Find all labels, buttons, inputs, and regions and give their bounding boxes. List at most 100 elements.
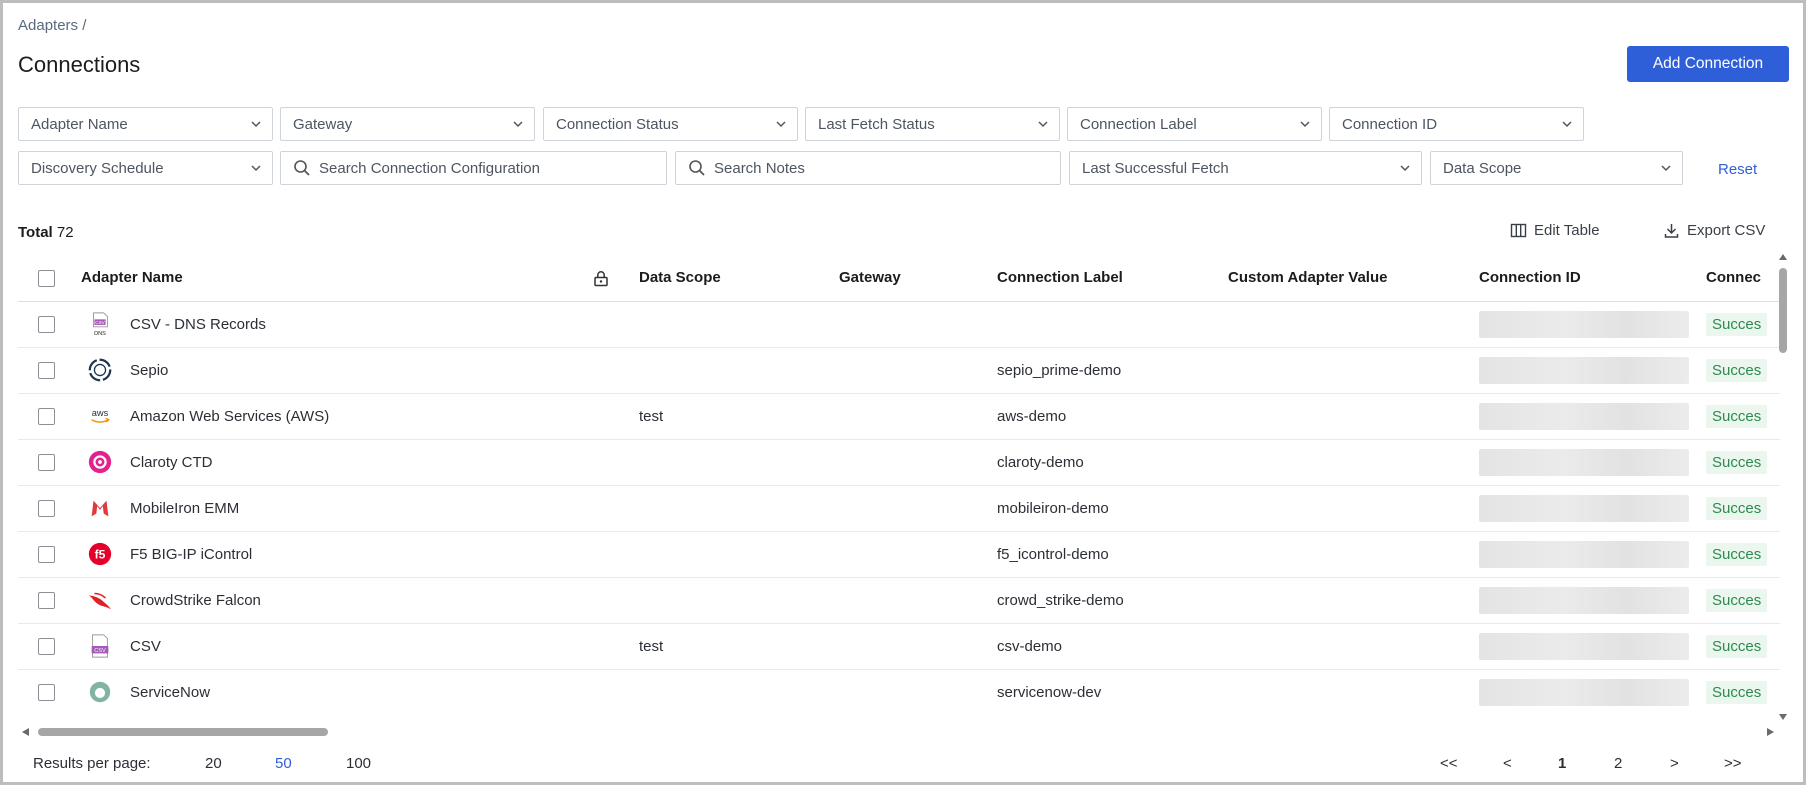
adapter-name[interactable]: CSV - DNS Records <box>130 316 266 333</box>
adapter-name-cell[interactable]: Sepio <box>81 347 587 394</box>
col-lock[interactable] <box>587 255 639 302</box>
edit-table-label: Edit Table <box>1534 222 1600 239</box>
scroll-down-icon[interactable] <box>1778 713 1788 721</box>
adapter-name-cell[interactable]: Claroty CTD <box>81 439 587 486</box>
table-row[interactable]: f5 F5 BIG-IP iControl f5_icontrol-demo Succ… <box>18 531 1780 578</box>
last-successful-fetch-filter[interactable]: Last Successful Fetch <box>1069 151 1422 185</box>
custom-adapter-value-cell <box>1228 669 1479 715</box>
connection-id-cell <box>1479 577 1706 624</box>
page-2-button[interactable]: 2 <box>1614 755 1622 772</box>
edit-table-button[interactable]: Edit Table <box>1510 222 1600 239</box>
export-csv-button[interactable]: Export CSV <box>1663 222 1765 239</box>
row-select-cell <box>18 347 81 394</box>
col-connection-status[interactable]: Connec <box>1706 255 1780 302</box>
adapter-name-cell[interactable]: aws Amazon Web Services (AWS) <box>81 393 587 440</box>
gateway-filter[interactable]: Gateway <box>280 107 535 141</box>
col-connection-label[interactable]: Connection Label <box>997 255 1228 302</box>
discovery-schedule-filter[interactable]: Discovery Schedule <box>18 151 273 185</box>
row-checkbox[interactable] <box>38 499 55 517</box>
scroll-right-icon[interactable] <box>1766 727 1775 737</box>
adapter-name-cell[interactable]: CSV DNS CSV - DNS Records <box>81 301 587 348</box>
scroll-up-icon[interactable] <box>1778 253 1788 261</box>
adapter-name-filter[interactable]: Adapter Name <box>18 107 273 141</box>
col-adapter-name[interactable]: Adapter Name <box>81 255 587 302</box>
prev-page-button[interactable]: < <box>1503 755 1512 772</box>
row-checkbox[interactable] <box>38 545 55 563</box>
export-csv-label: Export CSV <box>1687 222 1766 239</box>
data-scope-filter[interactable]: Data Scope <box>1430 151 1683 185</box>
chevron-down-icon <box>513 121 523 128</box>
status-badge: Succes <box>1706 542 1768 566</box>
row-checkbox[interactable] <box>38 361 55 379</box>
adapter-name[interactable]: MobileIron EMM <box>130 500 239 517</box>
rpp-option-20[interactable]: 20 <box>205 755 222 772</box>
gateway-cell <box>839 347 997 394</box>
lock-cell <box>587 439 639 486</box>
table-row[interactable]: Claroty CTD claroty-demo Succes <box>18 439 1780 486</box>
reset-link[interactable]: Reset <box>1718 161 1757 178</box>
adapter-name-cell[interactable]: CSV CSV <box>81 623 587 670</box>
adapter-name[interactable]: Claroty CTD <box>130 454 213 471</box>
custom-adapter-value-cell <box>1228 439 1479 486</box>
row-checkbox[interactable] <box>38 637 55 655</box>
add-connection-button[interactable]: Add Connection <box>1627 46 1789 82</box>
vertical-scroll-thumb[interactable] <box>1779 268 1787 353</box>
scroll-left-icon[interactable] <box>21 727 30 737</box>
vertical-scrollbar[interactable] <box>1776 253 1790 723</box>
adapter-name-cell[interactable]: MobileIron EMM <box>81 485 587 532</box>
adapter-name-cell[interactable]: CrowdStrike Falcon <box>81 577 587 624</box>
data-scope-cell <box>639 439 839 486</box>
connections-table: Adapter Name Data Scope Gateway Connecti… <box>18 255 1780 715</box>
connection-id-cell <box>1479 669 1706 715</box>
select-all-checkbox[interactable] <box>38 269 55 287</box>
row-checkbox[interactable] <box>38 591 55 609</box>
col-connection-id[interactable]: Connection ID <box>1479 255 1706 302</box>
custom-adapter-value-cell <box>1228 393 1479 440</box>
search-notes-input[interactable]: Search Notes <box>675 151 1061 185</box>
row-checkbox[interactable] <box>38 453 55 471</box>
table-row[interactable]: aws Amazon Web Services (AWS) test aws-demo… <box>18 393 1780 440</box>
row-checkbox[interactable] <box>38 407 55 425</box>
connection-label-filter[interactable]: Connection Label <box>1067 107 1322 141</box>
page-1-button[interactable]: 1 <box>1558 755 1566 772</box>
table-row[interactable]: CSV CSV test csv-demo Succes <box>18 623 1780 670</box>
breadcrumb[interactable]: Adapters / <box>18 17 86 34</box>
table-row[interactable]: CrowdStrike Falcon crowd_strike-demo Succe… <box>18 577 1780 624</box>
lock-cell <box>587 577 639 624</box>
first-page-button[interactable]: << <box>1440 755 1458 772</box>
next-page-button[interactable]: > <box>1670 755 1679 772</box>
last-page-button[interactable]: >> <box>1724 755 1742 772</box>
adapter-name[interactable]: F5 BIG-IP iControl <box>130 546 252 563</box>
table-header-row: Adapter Name Data Scope Gateway Connecti… <box>18 255 1780 302</box>
last-fetch-status-filter[interactable]: Last Fetch Status <box>805 107 1060 141</box>
data-scope-cell <box>639 301 839 348</box>
table-row[interactable]: Sepio sepio_prime-demo Succes <box>18 347 1780 394</box>
svg-text:DNS: DNS <box>94 331 106 337</box>
row-checkbox[interactable] <box>38 315 55 333</box>
search-icon <box>689 160 705 176</box>
table-row[interactable]: CSV DNS CSV - DNS Records Succes <box>18 301 1780 348</box>
connection-id-filter[interactable]: Connection ID <box>1329 107 1584 141</box>
adapter-name[interactable]: Sepio <box>130 362 168 379</box>
gateway-cell <box>839 439 997 486</box>
table-row[interactable]: ServiceNow servicenow-dev Succes <box>18 669 1780 715</box>
col-data-scope[interactable]: Data Scope <box>639 255 839 302</box>
adapter-name-cell[interactable]: ServiceNow <box>81 669 587 715</box>
connection-label-cell: claroty-demo <box>997 439 1228 486</box>
table-footer: Results per page: 20 50 100 << < 1 2 > >… <box>3 743 1803 782</box>
row-checkbox[interactable] <box>38 683 55 701</box>
rpp-option-100[interactable]: 100 <box>346 755 371 772</box>
adapter-name[interactable]: ServiceNow <box>130 684 210 701</box>
search-connection-config-input[interactable]: Search Connection Configuration <box>280 151 667 185</box>
adapter-name[interactable]: CrowdStrike Falcon <box>130 592 261 609</box>
horizontal-scroll-thumb[interactable] <box>38 728 328 736</box>
col-custom-adapter-value[interactable]: Custom Adapter Value <box>1228 255 1479 302</box>
adapter-name-cell[interactable]: f5 F5 BIG-IP iControl <box>81 531 587 578</box>
horizontal-scrollbar[interactable] <box>18 725 1780 739</box>
col-gateway[interactable]: Gateway <box>839 255 997 302</box>
connection-status-filter[interactable]: Connection Status <box>543 107 798 141</box>
rpp-option-50[interactable]: 50 <box>275 755 292 772</box>
adapter-name[interactable]: Amazon Web Services (AWS) <box>130 408 329 425</box>
adapter-name[interactable]: CSV <box>130 638 161 655</box>
table-row[interactable]: MobileIron EMM mobileiron-demo Succes <box>18 485 1780 532</box>
